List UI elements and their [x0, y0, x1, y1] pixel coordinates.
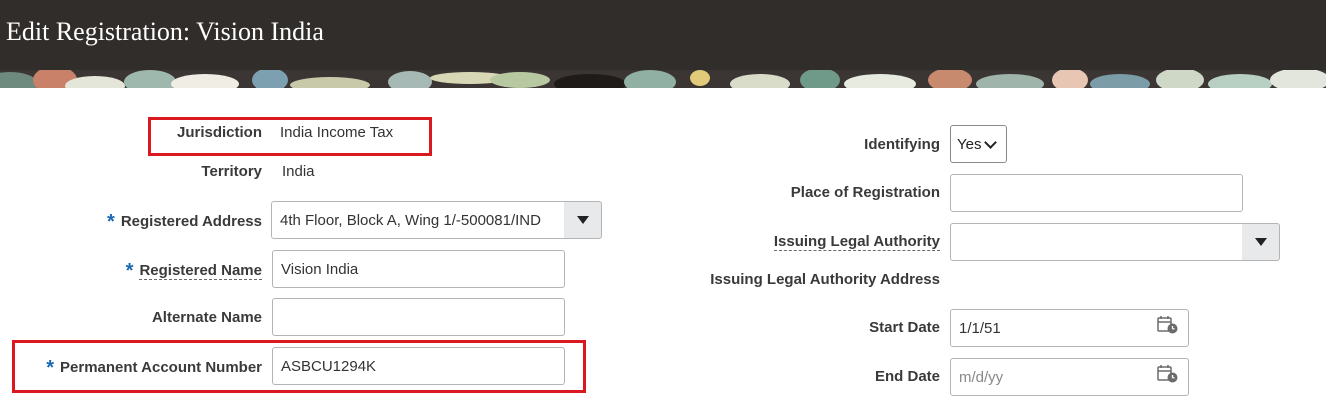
end-date-placeholder: m/d/yy	[959, 368, 1004, 386]
chevron-down-icon	[984, 135, 998, 149]
issuing-legal-authority-address-label: Issuing Legal Authority Address	[710, 271, 940, 288]
place-of-registration-input[interactable]	[950, 174, 1243, 212]
place-of-registration-label: Place of Registration	[790, 184, 940, 201]
caret-down-icon	[576, 216, 589, 224]
header-banner-decoration	[0, 70, 1326, 88]
end-date-label: End Date	[874, 368, 940, 385]
identifying-label: Identifying	[864, 136, 940, 153]
issuing-legal-authority-label: Issuing Legal Authority	[773, 233, 940, 251]
territory-value: India	[282, 163, 315, 180]
identifying-select[interactable]: Yes	[950, 125, 1007, 163]
required-marker: *	[107, 211, 115, 233]
registered-address-dropdown-button[interactable]	[564, 201, 602, 239]
start-date-label: Start Date	[869, 319, 940, 336]
caret-down-icon	[1254, 238, 1267, 246]
calendar-icon[interactable]	[1157, 364, 1179, 384]
territory-label: Territory	[201, 163, 262, 180]
calendar-icon[interactable]	[1157, 315, 1179, 335]
registered-name-label: * Registered Name	[125, 260, 262, 282]
page-title: Edit Registration: Vision India	[6, 17, 324, 46]
jurisdiction-highlight-box	[148, 117, 432, 156]
registered-address-label: * Registered Address	[107, 211, 262, 233]
issuing-legal-authority-dropdown-button[interactable]	[1242, 223, 1280, 261]
alternate-name-input[interactable]	[272, 298, 565, 336]
issuing-legal-authority-input[interactable]	[950, 223, 1243, 261]
page-header: Edit Registration: Vision India	[0, 0, 1326, 88]
required-marker: *	[125, 260, 134, 282]
start-date-input[interactable]: 1/1/51	[950, 309, 1189, 347]
end-date-input[interactable]: m/d/yy	[950, 358, 1189, 396]
pan-highlight-box	[12, 340, 586, 393]
registered-name-input[interactable]: Vision India	[272, 250, 565, 288]
alternate-name-label: Alternate Name	[151, 309, 262, 326]
registered-address-input[interactable]: 4th Floor, Block A, Wing 1/-500081/IND	[271, 201, 566, 239]
